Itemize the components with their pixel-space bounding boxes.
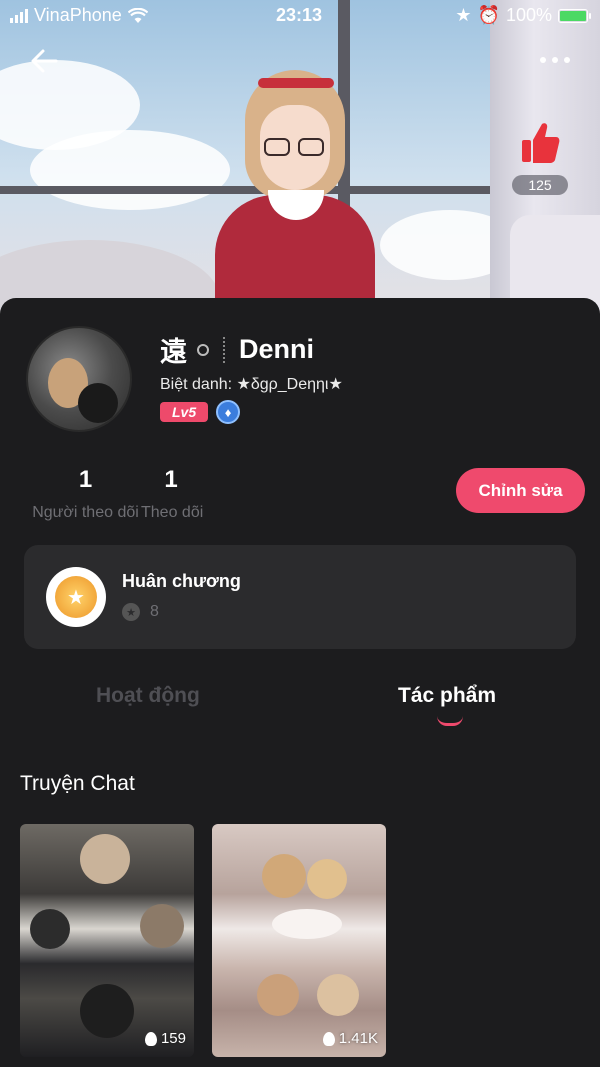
following-count: 1: [164, 466, 178, 493]
profile-panel: 遠 Denni Biệt danh: ★δgρ_Dеηηι★ Lv5 ♦ 1 N…: [0, 298, 600, 1067]
story-list: 159 1.41K: [20, 824, 386, 1057]
tab-works[interactable]: Tác phẩm: [398, 684, 496, 708]
story-views-count: 1.41K: [338, 1030, 378, 1047]
name-row: 遠 Denni: [160, 330, 314, 369]
wifi-icon: [127, 7, 148, 23]
thumbs-up-icon: [522, 123, 560, 163]
like-button[interactable]: 125: [512, 120, 568, 195]
followers-count: 1: [78, 466, 93, 493]
more-icon: [540, 57, 570, 63]
clock: 23:13: [276, 5, 323, 25]
story-views: 1.41K: [322, 1030, 378, 1047]
story-views: 159: [144, 1030, 186, 1047]
alarm-icon: ⏰: [477, 5, 500, 25]
medals-count-row: ★ 8: [122, 603, 159, 621]
section-title: Truyện Chat: [20, 772, 135, 795]
avatar[interactable]: [26, 326, 132, 432]
carrier-name: VinaPhone: [34, 5, 122, 25]
story-card[interactable]: 159: [20, 824, 194, 1057]
medals-card[interactable]: ★ Huân chương ★ 8: [24, 545, 576, 649]
nickname-label: Biệt danh:: [160, 376, 233, 393]
back-button[interactable]: [28, 44, 62, 78]
active-tab-indicator: [437, 716, 463, 726]
battery-percent: 100%: [505, 5, 552, 25]
verified-icon[interactable]: ♦: [216, 400, 241, 424]
status-bar: VinaPhone 23:13 ★ ⏰ 100%: [0, 0, 600, 32]
followers-label: Người theo dõi: [32, 504, 139, 521]
medals-title: Huân chương: [122, 571, 241, 591]
profile-banner: [0, 0, 600, 320]
medal-icon: ★: [46, 567, 106, 627]
nickname-value: ★δgρ_Dеηηι★: [236, 376, 343, 393]
online-status-icon: [197, 343, 209, 356]
username: Denni: [239, 334, 315, 364]
fire-icon: [322, 1031, 335, 1046]
level-badge: Lv5: [160, 402, 209, 422]
nickname: Biệt danh: ★δgρ_Dеηηι★: [160, 374, 343, 394]
following-stat[interactable]: 1 Theo dõi: [141, 466, 204, 522]
story-views-count: 159: [160, 1030, 186, 1047]
tab-activity[interactable]: Hoạt động: [96, 684, 200, 708]
signal-icon: [10, 8, 28, 23]
profile-tabs: Hoạt động Tác phẩm: [0, 684, 600, 726]
name-divider: [223, 336, 225, 363]
medal-star-icon: ★: [122, 603, 140, 621]
more-options-button[interactable]: [538, 50, 572, 70]
battery-icon: [558, 8, 591, 23]
like-count: 125: [512, 175, 568, 195]
location-star-icon: ★: [455, 5, 472, 25]
banner-character-image: [210, 60, 380, 320]
follow-stats: 1 Người theo dõi 1 Theo dõi: [28, 466, 204, 522]
arrow-left-icon: [31, 49, 58, 73]
medals-count: 8: [150, 603, 159, 620]
edit-profile-button[interactable]: Chỉnh sửa: [456, 468, 585, 513]
followers-stat[interactable]: 1 Người theo dõi: [28, 466, 143, 522]
story-card[interactable]: 1.41K: [212, 824, 386, 1057]
name-cjk: 遠: [160, 337, 187, 367]
badges: Lv5 ♦: [160, 400, 241, 424]
fire-icon: [144, 1031, 157, 1046]
following-label: Theo dõi: [141, 504, 204, 521]
